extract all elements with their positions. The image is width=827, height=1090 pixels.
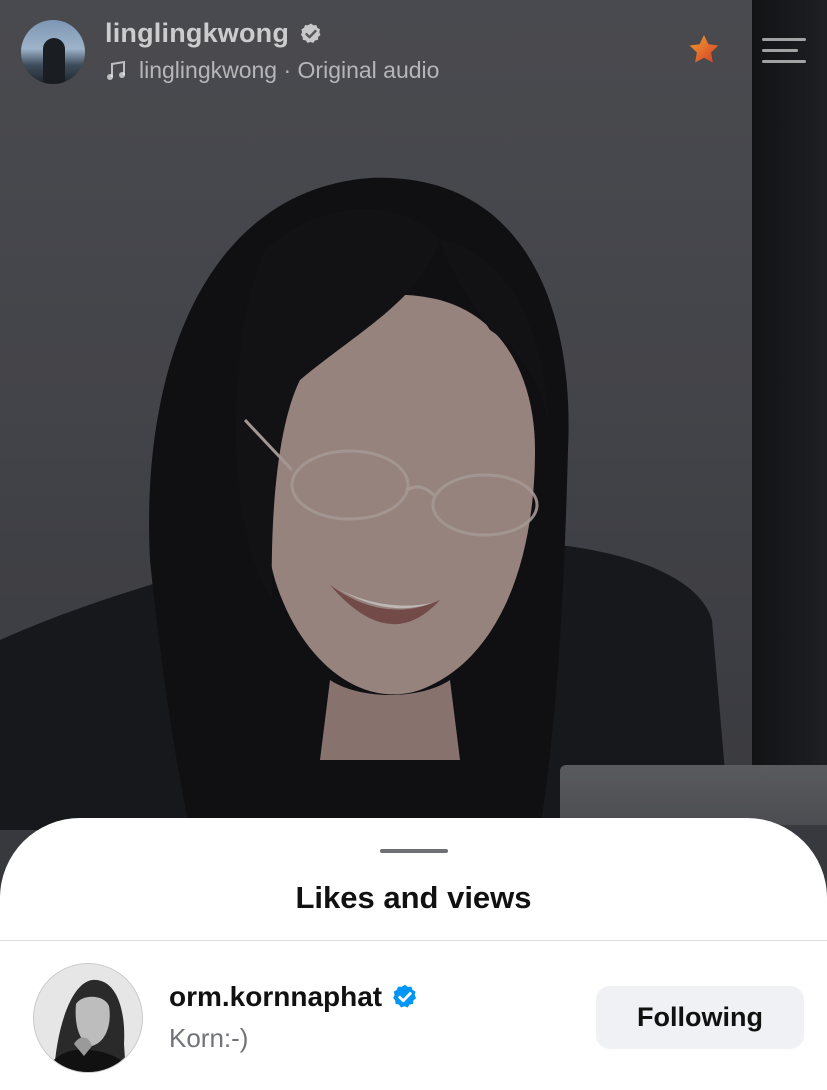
following-button[interactable]: Following xyxy=(596,986,804,1049)
user-username-text[interactable]: orm.kornnaphat xyxy=(169,981,382,1013)
username-text[interactable]: linglingkwong xyxy=(105,18,289,49)
star-icon[interactable] xyxy=(686,32,722,68)
list-item[interactable]: orm.kornnaphat Korn:-) Following xyxy=(0,941,827,1090)
sheet-title: Likes and views xyxy=(295,880,532,915)
user-full-name: Korn:-) xyxy=(169,1023,249,1053)
audio-label: linglingkwong · Original audio xyxy=(139,57,440,83)
verified-badge-icon xyxy=(300,23,321,43)
avatar-photo xyxy=(34,964,142,1072)
likes-views-sheet: Likes and views orm.kornnaphat Korn:-) F… xyxy=(0,818,827,1090)
reel-screen: linglingkwong linglingkwong · Original a… xyxy=(0,0,827,1090)
user-username[interactable]: orm.kornnaphat xyxy=(169,981,419,1013)
menu-icon[interactable] xyxy=(762,38,806,64)
username-link[interactable]: linglingkwong xyxy=(105,18,323,49)
music-note-icon xyxy=(107,60,125,80)
verified-badge-icon xyxy=(393,984,417,1008)
profile-avatar[interactable] xyxy=(21,20,85,84)
sheet-grabber[interactable] xyxy=(380,849,448,853)
avatar[interactable] xyxy=(33,963,143,1073)
audio-link[interactable]: linglingkwong · Original audio xyxy=(105,57,439,84)
